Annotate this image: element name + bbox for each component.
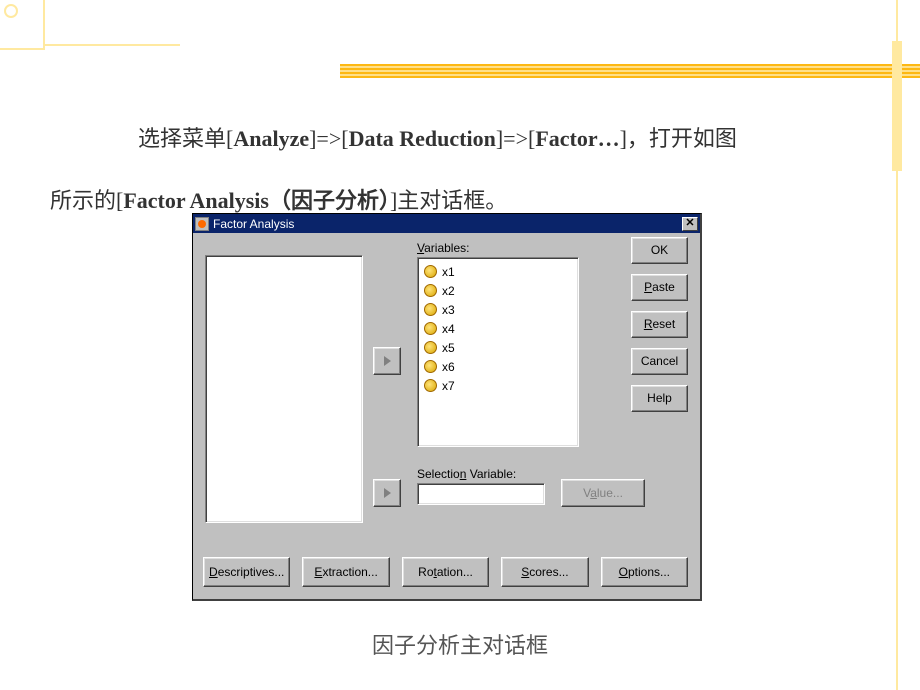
dialog-body: Variables: x1 x2 x3 x4 x5 x6 x7 Selectio… (193, 233, 700, 599)
chevron-right-icon (384, 488, 391, 498)
variable-name: x5 (442, 341, 455, 355)
source-variable-list[interactable] (205, 255, 363, 523)
dialog-side-buttons: OK Paste Reset Cancel Help (631, 237, 688, 422)
variables-label: Variables: (417, 241, 469, 255)
slide-banner (340, 64, 920, 78)
selection-variable-label: Selection Variable: (417, 467, 516, 481)
variable-name: x2 (442, 284, 455, 298)
list-item[interactable]: x1 (420, 262, 576, 281)
value-button-label: Value... (583, 486, 623, 500)
variable-icon (424, 265, 437, 278)
extraction-button[interactable]: Extraction... (302, 557, 389, 587)
variable-icon (424, 360, 437, 373)
variable-name: x7 (442, 379, 455, 393)
menu-path-data-reduction: Data Reduction (349, 126, 496, 151)
list-item[interactable]: x6 (420, 357, 576, 376)
variable-icon (424, 341, 437, 354)
text-fragment: 选择菜单[ (138, 126, 233, 151)
text-fragment: ]=>[ (309, 126, 348, 151)
rotation-button[interactable]: Rotation... (402, 557, 489, 587)
dialog-bottom-buttons: Descriptives... Extraction... Rotation..… (203, 557, 688, 587)
dialog-title: Factor Analysis (213, 217, 682, 231)
list-item[interactable]: x7 (420, 376, 576, 395)
variables-list[interactable]: x1 x2 x3 x4 x5 x6 x7 (417, 257, 579, 447)
list-item[interactable]: x2 (420, 281, 576, 300)
menu-path-factor: Factor… (535, 126, 619, 151)
menu-path-analyze: Analyze (233, 126, 309, 151)
text-fragment: ]主对话框。 (390, 188, 507, 213)
move-to-variables-button[interactable] (373, 347, 401, 375)
factor-analysis-dialog: Factor Analysis ✕ Variables: x1 x2 x3 x4… (192, 213, 702, 601)
variable-name: x6 (442, 360, 455, 374)
variable-name: x3 (442, 303, 455, 317)
variable-name: x1 (442, 265, 455, 279)
dialog-titlebar[interactable]: Factor Analysis ✕ (193, 214, 700, 233)
figure-caption: 因子分析主对话框 (0, 628, 920, 660)
slide-corner-ornament (0, 0, 45, 50)
list-item[interactable]: x3 (420, 300, 576, 319)
options-button[interactable]: Options... (601, 557, 688, 587)
app-icon (195, 217, 209, 231)
close-button[interactable]: ✕ (682, 217, 698, 231)
variable-icon (424, 284, 437, 297)
chevron-right-icon (384, 356, 391, 366)
text-fragment: 所示的[ (50, 188, 123, 213)
cancel-button[interactable]: Cancel (631, 348, 688, 375)
close-icon: ✕ (685, 217, 694, 229)
paste-button[interactable]: Paste (631, 274, 688, 301)
dialog-name: Factor Analysis（因子分析） (123, 188, 390, 213)
text-fragment: ]，打开如图 (620, 126, 737, 151)
ok-button[interactable]: OK (631, 237, 688, 264)
scores-button[interactable]: Scores... (501, 557, 588, 587)
slide-right-edge-bar (892, 41, 902, 171)
move-to-selection-button[interactable] (373, 479, 401, 507)
variable-icon (424, 379, 437, 392)
descriptives-button[interactable]: Descriptives... (203, 557, 290, 587)
variable-icon (424, 303, 437, 316)
list-item[interactable]: x5 (420, 338, 576, 357)
selection-variable-input[interactable] (417, 483, 545, 505)
text-fragment: ]=>[ (496, 126, 535, 151)
slide-ornament-line (45, 44, 180, 46)
variable-icon (424, 322, 437, 335)
reset-button[interactable]: Reset (631, 311, 688, 338)
value-button[interactable]: Value... (561, 479, 645, 507)
variable-name: x4 (442, 322, 455, 336)
help-button[interactable]: Help (631, 385, 688, 412)
list-item[interactable]: x4 (420, 319, 576, 338)
